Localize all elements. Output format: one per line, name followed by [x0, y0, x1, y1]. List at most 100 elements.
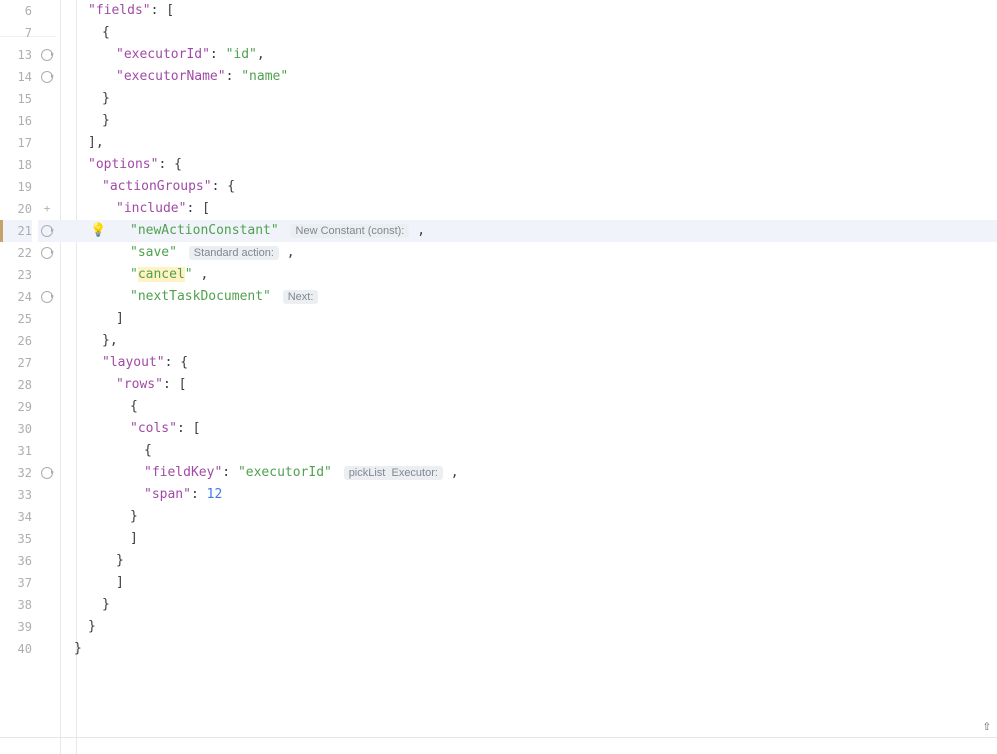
line-number: 29 [0, 396, 32, 418]
line-number: 36 [0, 550, 32, 572]
code-line[interactable]: "newActionConstant" New Constant (const)… [56, 220, 997, 242]
line-number: 21 [0, 220, 32, 242]
line-number: 16 [0, 110, 32, 132]
gutter-icon-slot [38, 110, 56, 132]
code-line[interactable]: "actionGroups": { [56, 176, 997, 198]
inlay-hint: New Constant (const): [291, 224, 410, 238]
code-line[interactable]: } [56, 616, 997, 638]
code-line[interactable]: ] [56, 572, 997, 594]
gutter-icon-slot [38, 330, 56, 352]
gutter-icon-slot [38, 616, 56, 638]
gutter-icon-slot [38, 550, 56, 572]
gutter-icon-slot [38, 264, 56, 286]
code-line[interactable]: "nextTaskDocument" Next: [56, 286, 997, 308]
code-line[interactable]: "options": { [56, 154, 997, 176]
lightbulb-icon[interactable]: 💡 [90, 220, 106, 242]
line-number: 6 [0, 0, 32, 22]
gutter-annotations: + [38, 0, 56, 754]
gutter-icon-slot [38, 418, 56, 440]
inlay-hint: pickList Executor: [344, 466, 443, 480]
code-line[interactable]: { [56, 22, 997, 44]
gutter-icon-slot [38, 506, 56, 528]
line-number: 7 [0, 22, 32, 44]
code-editor[interactable]: 6713141516171819202122232425262728293031… [0, 0, 997, 754]
code-line[interactable]: } [56, 550, 997, 572]
code-line[interactable]: "rows": [ [56, 374, 997, 396]
status-divider [0, 737, 997, 738]
line-number: 15 [0, 88, 32, 110]
code-line[interactable]: ], [56, 132, 997, 154]
gutter-icon-slot [38, 22, 56, 44]
gutter-icon-slot [38, 0, 56, 22]
gutter-icon-slot [38, 572, 56, 594]
code-line[interactable]: } [56, 110, 997, 132]
gutter-icon-slot [38, 132, 56, 154]
recursive-icon[interactable] [41, 71, 53, 83]
scroll-up-icon[interactable]: ⇧ [983, 718, 991, 734]
code-line[interactable]: "fields": [ [56, 0, 997, 22]
gutter-icon-slot [38, 484, 56, 506]
gutter-icon-slot [38, 462, 56, 484]
recursive-icon[interactable] [41, 247, 53, 259]
gutter-icon-slot [38, 396, 56, 418]
gutter-icon-slot [38, 220, 56, 242]
inlay-hint: Standard action: [189, 246, 279, 260]
line-number: 22 [0, 242, 32, 264]
line-number: 13 [0, 44, 32, 66]
line-number: 17 [0, 132, 32, 154]
gutter-icon-slot [38, 66, 56, 88]
code-line[interactable]: { [56, 396, 997, 418]
code-line[interactable]: "save" Standard action: , [56, 242, 997, 264]
line-number: 28 [0, 374, 32, 396]
gutter-icon-slot: + [38, 198, 56, 220]
code-line[interactable]: { [56, 440, 997, 462]
line-number-gutter: 6713141516171819202122232425262728293031… [0, 0, 38, 754]
gutter-icon-slot [38, 528, 56, 550]
gutter-icon-slot [38, 88, 56, 110]
code-line[interactable]: "executorName": "name" [56, 66, 997, 88]
code-line[interactable]: } [56, 506, 997, 528]
code-content[interactable]: "fields": [{"executorId": "id","executor… [56, 0, 997, 754]
gutter-icon-slot [38, 352, 56, 374]
recursive-icon[interactable] [41, 49, 53, 61]
gutter-icon-slot [38, 154, 56, 176]
code-line[interactable]: "cols": [ [56, 418, 997, 440]
line-number: 24 [0, 286, 32, 308]
line-number: 23 [0, 264, 32, 286]
code-line[interactable]: }, [56, 330, 997, 352]
code-line[interactable]: } [56, 594, 997, 616]
line-number: 27 [0, 352, 32, 374]
gutter-icon-slot [38, 638, 56, 660]
code-line[interactable]: ] [56, 308, 997, 330]
line-number: 31 [0, 440, 32, 462]
code-line[interactable]: "include": [ [56, 198, 997, 220]
plus-icon[interactable]: + [44, 202, 51, 215]
line-number: 20 [0, 198, 32, 220]
gutter-icon-slot [38, 594, 56, 616]
code-line[interactable]: "fieldKey": "executorId" pickList Execut… [56, 462, 997, 484]
line-number: 33 [0, 484, 32, 506]
code-line[interactable]: "span": 12 [56, 484, 997, 506]
code-line[interactable]: } [56, 88, 997, 110]
code-line[interactable]: ] [56, 528, 997, 550]
code-line[interactable]: "layout": { [56, 352, 997, 374]
line-number: 40 [0, 638, 32, 660]
code-line[interactable]: "cancel" , [56, 264, 997, 286]
line-number: 34 [0, 506, 32, 528]
recursive-icon[interactable] [41, 467, 53, 479]
code-line[interactable]: "executorId": "id", [56, 44, 997, 66]
code-line[interactable]: } [56, 638, 997, 660]
recursive-icon[interactable] [41, 225, 53, 237]
gutter-icon-slot [38, 308, 56, 330]
line-number: 39 [0, 616, 32, 638]
gutter-icon-slot [38, 176, 56, 198]
recursive-icon[interactable] [41, 291, 53, 303]
line-number: 35 [0, 528, 32, 550]
line-number: 18 [0, 154, 32, 176]
line-number: 32 [0, 462, 32, 484]
line-number: 38 [0, 594, 32, 616]
line-number: 30 [0, 418, 32, 440]
line-number: 37 [0, 572, 32, 594]
line-number: 19 [0, 176, 32, 198]
line-number: 14 [0, 66, 32, 88]
